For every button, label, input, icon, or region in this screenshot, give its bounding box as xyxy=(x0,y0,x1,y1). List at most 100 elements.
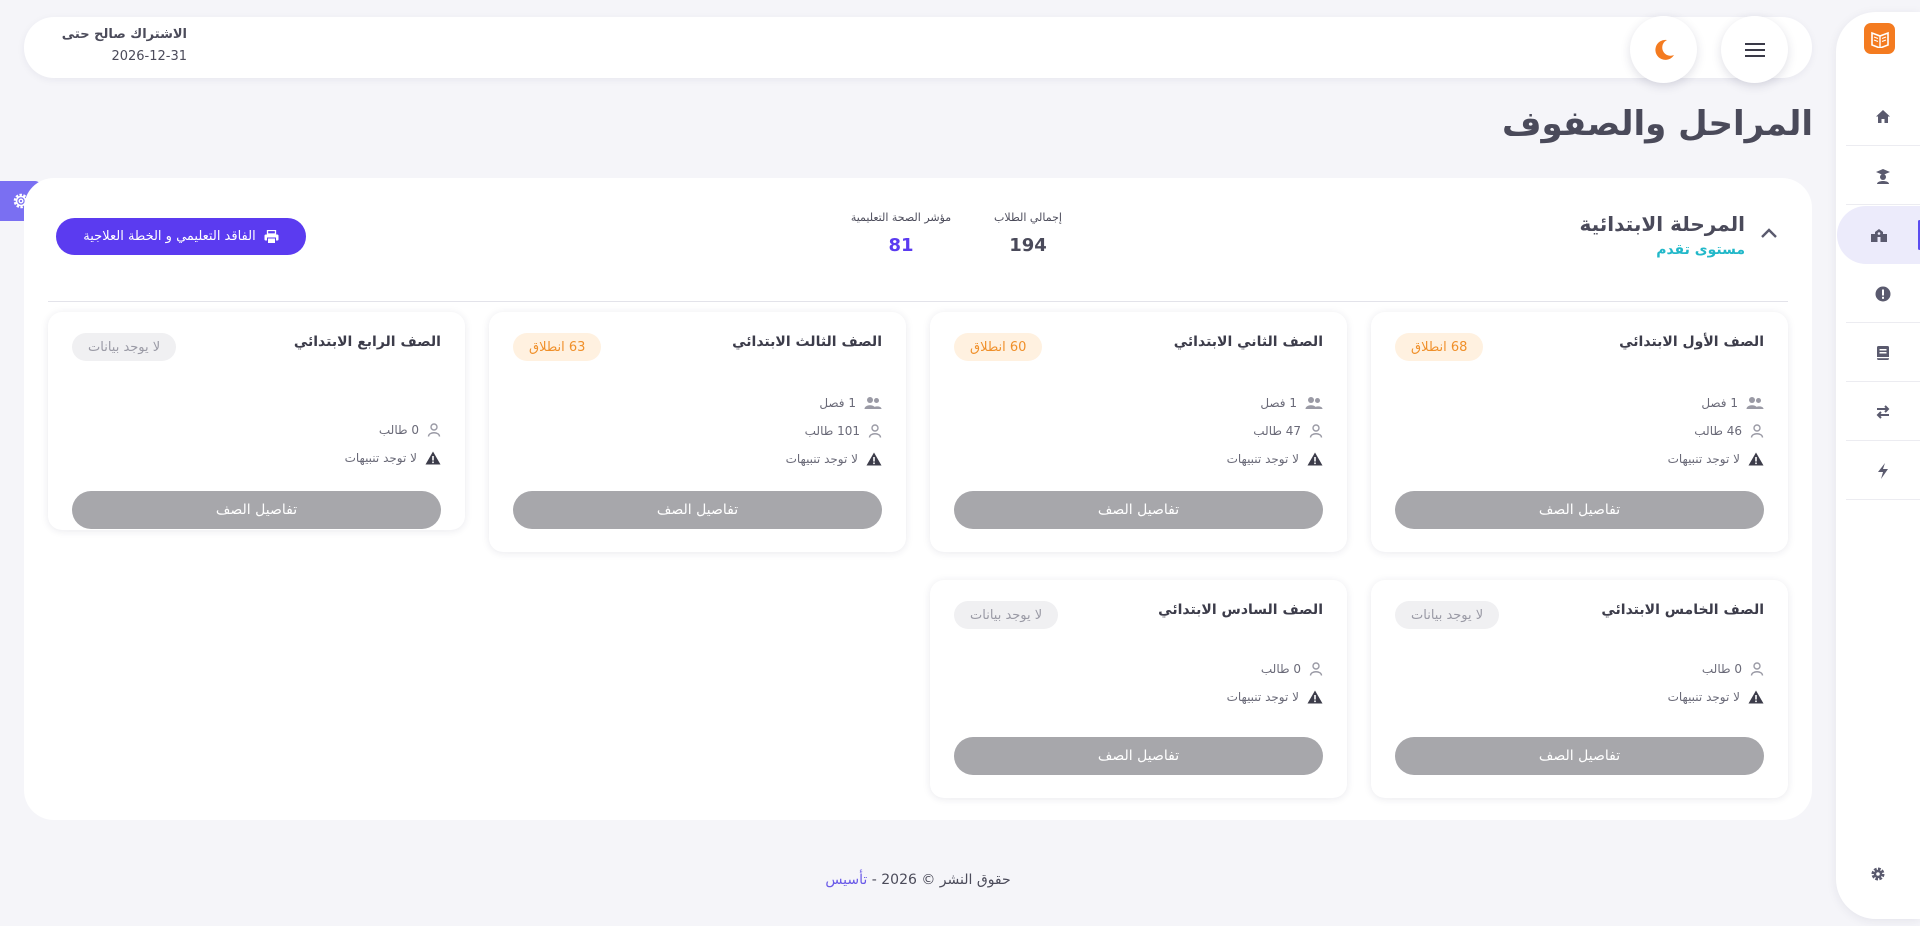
brand-link[interactable]: تأسيس xyxy=(825,872,867,888)
sidebar-item-settings[interactable] xyxy=(1836,845,1920,903)
users-icon xyxy=(864,396,882,410)
stage-level: مستوى تقدم xyxy=(1656,242,1745,258)
grade-alerts-text: لا توجد تنبيهات xyxy=(1226,690,1299,704)
users-icon xyxy=(1305,396,1323,410)
sidebar-item-students[interactable] xyxy=(1846,147,1920,205)
sidebar-item-stages[interactable] xyxy=(1837,206,1920,264)
grade-name: الصف الخامس الابتدائي xyxy=(1601,602,1764,618)
user-icon xyxy=(1750,662,1764,676)
grade-alerts-text: لا توجد تنبيهات xyxy=(344,451,417,465)
grade-alerts-text: لا توجد تنبيهات xyxy=(1226,452,1299,466)
grade-name: الصف السادس الابتدائي xyxy=(1158,602,1323,618)
grade-students: 0 طالب xyxy=(1702,659,1764,679)
grade-details-button[interactable]: تفاصيل الصف xyxy=(513,491,882,529)
grade-details-button[interactable]: تفاصيل الصف xyxy=(1395,737,1764,775)
grade-classes-count: 1 فصل xyxy=(1701,396,1738,410)
grade-classes: 1 فصل xyxy=(1260,393,1323,413)
grade-details-button[interactable]: تفاصيل الصف xyxy=(1395,491,1764,529)
stat-value: 81 xyxy=(888,235,914,256)
sidebar-item-books[interactable] xyxy=(1846,324,1920,382)
bolt-icon xyxy=(1877,462,1889,479)
grade-students-count: 0 طالب xyxy=(1260,662,1301,676)
subscription-label: الاشتراك صالح حتى xyxy=(61,27,187,42)
grade-alerts: لا توجد تنبيهات xyxy=(1668,449,1764,469)
user-icon xyxy=(427,423,441,437)
moon-icon xyxy=(1651,37,1677,63)
settings-icon xyxy=(1870,866,1886,882)
grade-students: 47 طالب xyxy=(1253,421,1323,441)
top-bar: الاشتراك صالح حتى 2026-12-31 xyxy=(24,16,1812,83)
grade-classes: 1 فصل xyxy=(1701,393,1764,413)
user-icon xyxy=(1309,424,1323,438)
stat-health-index: مؤشر الصحة التعليمية 81 xyxy=(846,211,956,256)
warning-icon xyxy=(1307,690,1323,704)
book-icon xyxy=(1876,345,1890,361)
grade-details-button[interactable]: تفاصيل الصف xyxy=(954,491,1323,529)
grade-alerts: لا توجد تنبيهات xyxy=(345,448,441,468)
grade-students-count: 0 طالب xyxy=(1701,662,1742,676)
subscription-date: 2026-12-31 xyxy=(111,49,187,64)
warning-icon xyxy=(1307,452,1323,466)
grade-card: الصف الثالث الابتدائي 63 انطلاق 1 فصل 101 ط… xyxy=(489,312,906,552)
stage-title: المرحلة الابتدائية xyxy=(1579,212,1745,236)
grade-name: الصف الثاني الابتدائي xyxy=(1173,334,1323,350)
grade-card: الصف الرابع الابتدائي لا يوجد بيانات 0 طال… xyxy=(48,312,465,530)
learning-loss-plan-label: الفاقد التعليمي و الخطة العلاجية xyxy=(83,229,256,244)
sidebar-item-activity[interactable] xyxy=(1846,442,1920,500)
grade-details-button[interactable]: تفاصيل الصف xyxy=(72,491,441,529)
warning-icon xyxy=(1748,452,1764,466)
learning-loss-plan-button[interactable]: الفاقد التعليمي و الخطة العلاجية xyxy=(56,218,306,255)
sidebar-item-home[interactable] xyxy=(1846,88,1920,146)
home-icon xyxy=(1875,109,1891,124)
stat-label: إجمالي الطلاب xyxy=(994,211,1062,224)
grade-students: 0 طالب xyxy=(1261,659,1323,679)
grade-name: الصف الثالث الابتدائي xyxy=(732,334,882,350)
grade-alerts: لا توجد تنبيهات xyxy=(1227,687,1323,707)
footer: حقوق النشر © 2026 - تأسيس xyxy=(0,872,1836,888)
collapse-chevron-up-icon[interactable] xyxy=(1760,224,1778,243)
stage-card: المرحلة الابتدائية مستوى تقدم إجمالي الط… xyxy=(24,178,1812,820)
sidebar-item-alerts[interactable] xyxy=(1846,265,1920,323)
book-logo-icon[interactable] xyxy=(1864,23,1895,54)
grade-status-badge: لا يوجد بيانات xyxy=(954,601,1059,629)
grade-alerts: لا توجد تنبيهات xyxy=(786,449,882,469)
page-title: المراحل والصفوف xyxy=(1501,104,1813,144)
grade-alerts: لا توجد تنبيهات xyxy=(1668,687,1764,707)
printer-icon xyxy=(264,229,279,244)
stat-label: مؤشر الصحة التعليمية xyxy=(850,211,952,224)
users-icon xyxy=(1746,396,1764,410)
grade-students-count: 46 طالب xyxy=(1694,424,1742,438)
stat-total-students: إجمالي الطلاب 194 xyxy=(973,211,1083,256)
user-icon xyxy=(1750,424,1764,438)
grade-details-button[interactable]: تفاصيل الصف xyxy=(954,737,1323,775)
grade-status-badge: لا يوجد بيانات xyxy=(72,333,177,361)
grade-classes-count: 1 فصل xyxy=(1260,396,1297,410)
theme-toggle-button[interactable] xyxy=(1630,16,1697,83)
grade-students-count: 101 طالب xyxy=(804,424,860,438)
grade-alerts-text: لا توجد تنبيهات xyxy=(1667,690,1740,704)
grade-classes-count: 1 فصل xyxy=(819,396,856,410)
grade-status-badge: 63 انطلاق xyxy=(513,333,602,361)
sidebar xyxy=(1836,12,1920,919)
warning-icon xyxy=(425,451,441,465)
grade-card: الصف السادس الابتدائي لا يوجد بيانات 0 طال… xyxy=(930,580,1347,798)
grade-students-count: 47 طالب xyxy=(1253,424,1301,438)
grade-students: 46 طالب xyxy=(1694,421,1764,441)
warning-icon xyxy=(1748,690,1764,704)
grade-students: 0 طالب xyxy=(379,420,441,440)
grade-alerts: لا توجد تنبيهات xyxy=(1227,449,1323,469)
transfer-icon xyxy=(1875,404,1891,420)
menu-button[interactable] xyxy=(1721,16,1788,83)
copyright-text: حقوق النشر © 2026 - xyxy=(871,872,1011,888)
school-icon xyxy=(1870,228,1888,243)
grade-classes: 1 فصل xyxy=(819,393,882,413)
grade-status-badge: 68 انطلاق xyxy=(1395,333,1484,361)
user-icon xyxy=(868,424,882,438)
grade-status-badge: لا يوجد بيانات xyxy=(1395,601,1500,629)
grade-name: الصف الأول الابتدائي xyxy=(1619,334,1764,350)
grade-alerts-text: لا توجد تنبيهات xyxy=(1667,452,1740,466)
stat-value: 194 xyxy=(1009,235,1047,256)
user-icon xyxy=(1309,662,1323,676)
grade-card: الصف الخامس الابتدائي لا يوجد بيانات 0 طال… xyxy=(1371,580,1788,798)
sidebar-item-transfer[interactable] xyxy=(1846,383,1920,441)
